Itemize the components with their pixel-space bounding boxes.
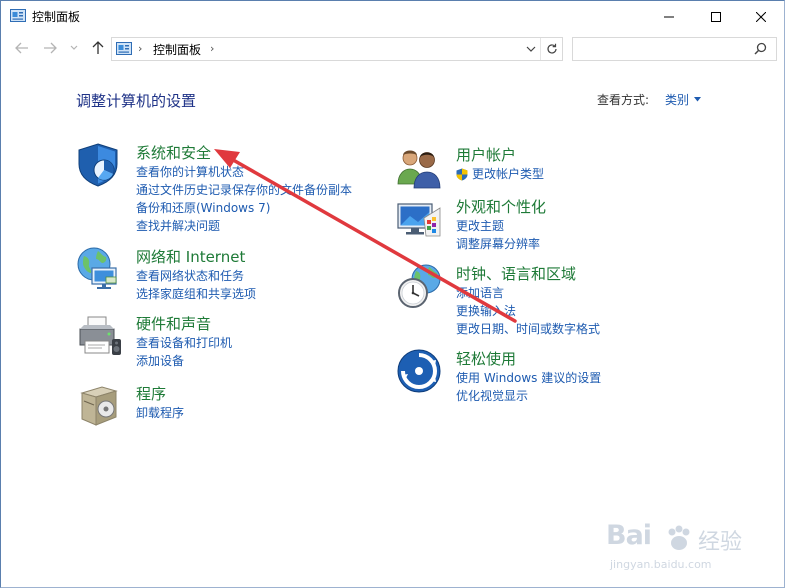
category-ease-of-access: 轻松使用 使用 Windows 建议的设置 优化视觉显示: [396, 348, 726, 408]
category-links: 查看你的计算机状态 通过文件历史记录保存你的文件备份副本 备份和还原(Windo…: [136, 163, 352, 235]
category-user-accounts: 用户帐户 更改帐户类型: [396, 144, 726, 190]
shield-icon[interactable]: [76, 142, 122, 188]
control-panel-icon: [10, 9, 26, 22]
minimize-button[interactable]: [646, 1, 692, 32]
link-homegroup[interactable]: 选择家庭组和共享选项: [136, 285, 256, 303]
watermark: Bai 经验 jingyan.baidu.com: [606, 520, 746, 580]
category-system-security: 系统和安全 查看你的计算机状态 通过文件历史记录保存你的文件备份副本 备份和还原…: [76, 142, 376, 234]
back-button[interactable]: [13, 39, 31, 57]
address-bar[interactable]: › 控制面板 ›: [111, 37, 563, 61]
category-links: 查看网络状态和任务 选择家庭组和共享选项: [136, 267, 256, 303]
watermark-brand: Bai: [606, 520, 652, 551]
category-links: 卸载程序: [136, 404, 184, 422]
link-optimize-display[interactable]: 优化视觉显示: [456, 387, 601, 405]
category-title[interactable]: 时钟、语言和区域: [456, 263, 576, 284]
category-network-internet: 网络和 Internet 查看网络状态和任务 选择家庭组和共享选项: [76, 246, 376, 306]
navigation-bar: › 控制面板 ›: [1, 35, 784, 63]
window-title: 控制面板: [32, 10, 81, 24]
view-by-dropdown[interactable]: 类别: [665, 91, 702, 108]
address-history-button[interactable]: [524, 41, 538, 57]
category-links: 更改帐户类型: [456, 165, 544, 183]
link-add-device[interactable]: 添加设备: [136, 352, 232, 370]
category-title[interactable]: 硬件和声音: [136, 313, 211, 334]
title-bar[interactable]: 控制面板: [1, 1, 784, 32]
view-by-value: 类别: [665, 93, 690, 107]
link-file-history[interactable]: 通过文件历史记录保存你的文件备份副本: [136, 181, 352, 199]
link-change-account-type[interactable]: 更改帐户类型: [456, 165, 544, 183]
uac-shield-icon: [456, 168, 468, 181]
clock-globe-icon[interactable]: [396, 263, 442, 309]
search-box[interactable]: [572, 37, 777, 61]
category-hardware-sound: 硬件和声音 查看设备和打印机 添加设备: [76, 313, 376, 373]
close-button[interactable]: [738, 1, 784, 32]
close-icon: [756, 11, 766, 22]
link-add-language[interactable]: 添加语言: [456, 284, 600, 302]
link-change-input-method[interactable]: 更换输入法: [456, 302, 600, 320]
category-title[interactable]: 用户帐户: [456, 144, 516, 165]
forward-button[interactable]: [41, 39, 59, 57]
maximize-icon: [711, 11, 721, 22]
page-title: 调整计算机的设置: [76, 92, 197, 110]
link-troubleshoot[interactable]: 查找并解决问题: [136, 217, 352, 235]
refresh-button[interactable]: [540, 38, 562, 60]
link-date-time-format[interactable]: 更改日期、时间或数字格式: [456, 320, 600, 338]
refresh-icon: [546, 43, 557, 54]
category-links: 更改主题 调整屏幕分辨率: [456, 217, 540, 253]
printer-icon[interactable]: [76, 313, 122, 359]
globe-network-icon[interactable]: [76, 246, 122, 292]
category-clock-language-region: 时钟、语言和区域 添加语言 更换输入法 更改日期、时间或数字格式: [396, 263, 726, 339]
arrow-up-icon: [92, 41, 104, 54]
breadcrumb-separator[interactable]: ›: [210, 42, 214, 55]
breadcrumb-item[interactable]: 控制面板: [153, 41, 201, 58]
up-button[interactable]: [89, 39, 107, 57]
link-backup-restore[interactable]: 备份和还原(Windows 7): [136, 199, 352, 217]
category-appearance-personalization: 外观和个性化 更改主题 调整屏幕分辨率: [396, 196, 726, 256]
breadcrumb-separator[interactable]: ›: [138, 42, 142, 55]
link-uninstall-program[interactable]: 卸载程序: [136, 404, 184, 422]
search-icon[interactable]: [754, 42, 767, 55]
chevron-down-icon: [526, 46, 536, 52]
arrow-right-icon: [44, 42, 57, 54]
link-devices-printers[interactable]: 查看设备和打印机: [136, 334, 232, 352]
category-links: 使用 Windows 建议的设置 优化视觉显示: [456, 369, 601, 405]
link-view-status[interactable]: 查看你的计算机状态: [136, 163, 352, 181]
search-input[interactable]: [577, 40, 751, 58]
control-panel-window: 控制面板 › 控制面板 › 调整计算机的设置 查看方式: 类别 系统和安全 查看…: [0, 0, 785, 588]
category-title[interactable]: 轻松使用: [456, 348, 516, 369]
maximize-button[interactable]: [693, 1, 739, 32]
link-recommended-settings[interactable]: 使用 Windows 建议的设置: [456, 369, 601, 387]
category-title[interactable]: 外观和个性化: [456, 196, 546, 217]
ease-of-access-icon[interactable]: [396, 348, 442, 394]
minimize-icon: [664, 16, 674, 17]
monitor-palette-icon[interactable]: [396, 196, 442, 242]
programs-icon[interactable]: [76, 383, 122, 429]
link-change-theme[interactable]: 更改主题: [456, 217, 540, 235]
paw-icon: [668, 525, 690, 550]
triangle-down-icon: [694, 97, 702, 102]
category-programs: 程序 卸载程序: [76, 383, 376, 433]
watermark-url: jingyan.baidu.com: [610, 558, 712, 571]
link-label: 更改帐户类型: [472, 167, 545, 181]
category-title[interactable]: 系统和安全: [136, 142, 211, 163]
link-screen-resolution[interactable]: 调整屏幕分辨率: [456, 235, 540, 253]
view-by-label: 查看方式:: [597, 93, 650, 107]
category-links: 查看设备和打印机 添加设备: [136, 334, 232, 370]
category-title[interactable]: 程序: [136, 383, 166, 404]
link-network-status[interactable]: 查看网络状态和任务: [136, 267, 256, 285]
chevron-down-icon: [70, 45, 78, 50]
control-panel-icon: [116, 42, 132, 55]
category-title[interactable]: 网络和 Internet: [136, 246, 245, 267]
category-links: 添加语言 更换输入法 更改日期、时间或数字格式: [456, 284, 600, 338]
arrow-left-icon: [15, 42, 28, 54]
watermark-brand-cn: 经验: [698, 530, 743, 555]
users-icon[interactable]: [396, 144, 442, 190]
recent-locations-button[interactable]: [65, 39, 83, 57]
